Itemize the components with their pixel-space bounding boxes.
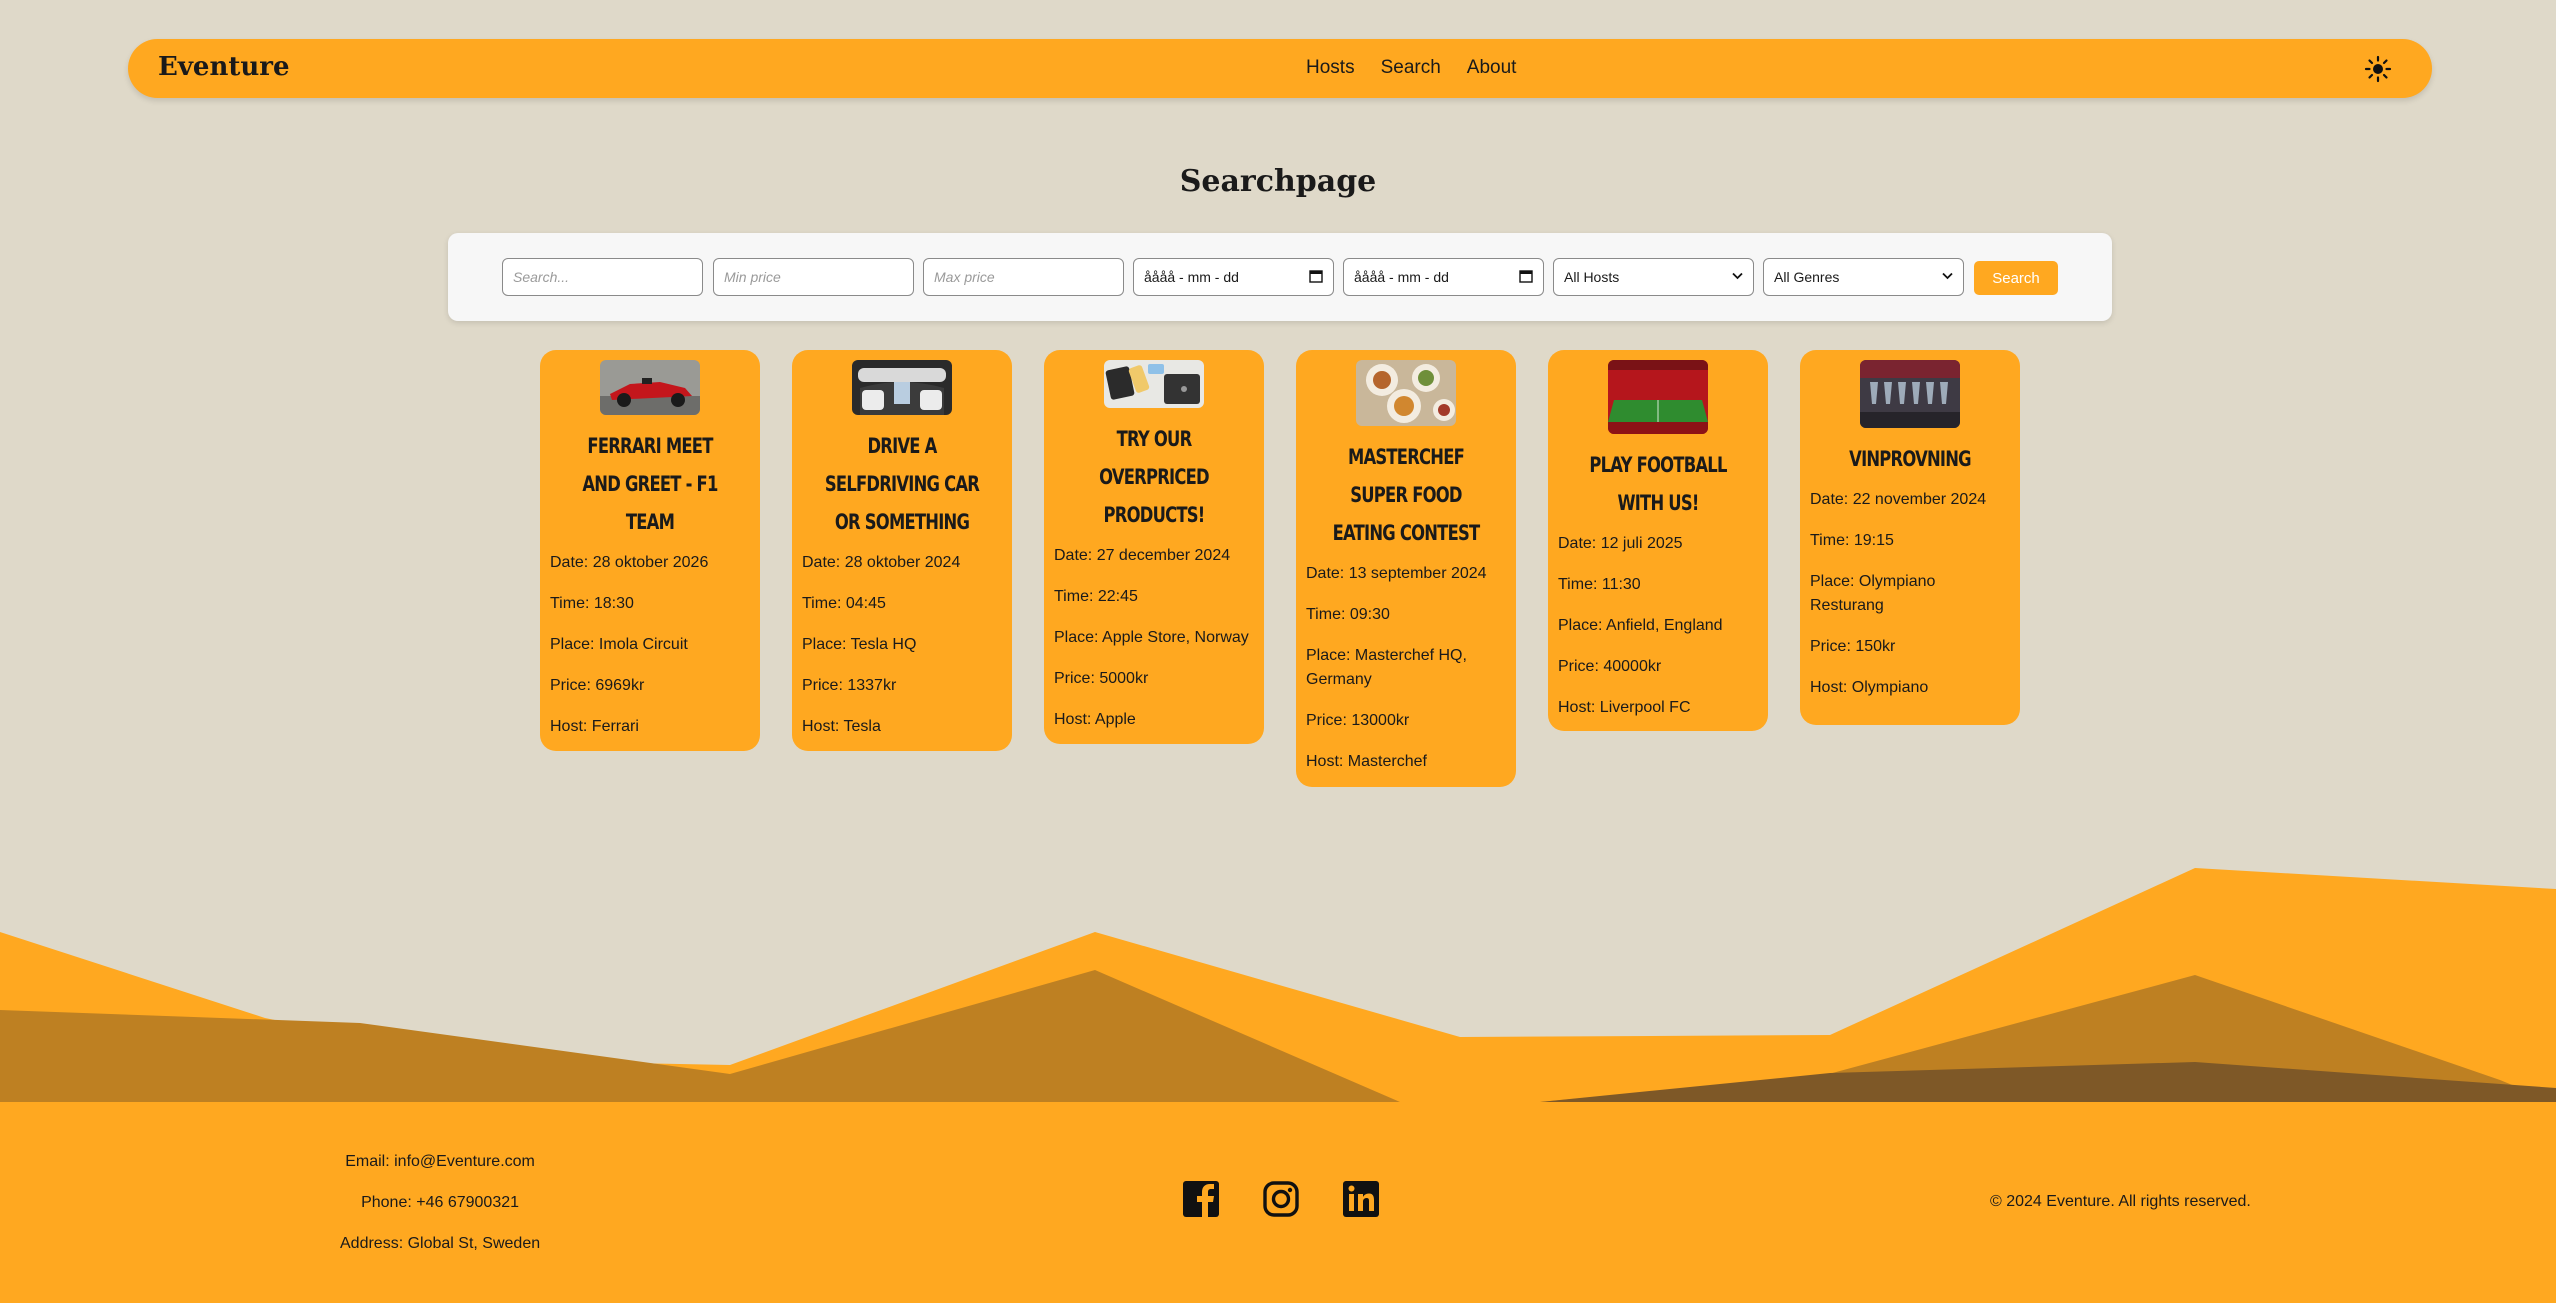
linkedin-icon[interactable] xyxy=(1342,1180,1380,1218)
event-image-tesla xyxy=(852,360,952,415)
event-image-ferrari xyxy=(600,360,700,415)
nav-link-search[interactable]: Search xyxy=(1381,57,1441,79)
event-card-wine[interactable]: Vinprovning Date: 22 november 2024 Time:… xyxy=(1800,350,2020,725)
date-to-input[interactable]: åååå - mm - dd xyxy=(1343,258,1544,296)
event-time: Time: 09:30 xyxy=(1306,606,1390,623)
event-card-apple[interactable]: Try our overpriced products! Date: 27 de… xyxy=(1044,350,1264,744)
event-time: Time: 19:15 xyxy=(1810,532,1894,549)
social-links xyxy=(1182,1180,1380,1218)
event-price: Price: 1337kr xyxy=(802,677,897,694)
event-card-football[interactable]: Play football with us! Date: 12 juli 202… xyxy=(1548,350,1768,731)
search-input[interactable]: Search... xyxy=(502,258,703,296)
event-image-apple xyxy=(1104,360,1204,408)
event-price: Price: 6969kr xyxy=(550,677,645,694)
event-title: Drive a selfdriving car or something xyxy=(824,434,980,534)
date-to-value: åååå - mm - dd xyxy=(1354,269,1449,285)
hosts-select-value: All Hosts xyxy=(1564,269,1620,285)
event-date: Date: 28 oktober 2026 xyxy=(550,554,709,571)
event-title: Ferrari Meet and Greet - F1 Team xyxy=(582,434,718,534)
chevron-down-icon xyxy=(1732,271,1743,283)
min-price-input[interactable]: Min price xyxy=(713,258,914,296)
footer-address: Address: Global St, Sweden xyxy=(340,1235,541,1252)
theme-toggle-button[interactable] xyxy=(2363,54,2393,84)
event-time: Time: 18:30 xyxy=(550,595,634,612)
event-title: Play football with us! xyxy=(1589,453,1727,515)
event-host: Host: Ferrari xyxy=(550,718,639,735)
date-from-value: åååå - mm - dd xyxy=(1144,269,1239,285)
facebook-icon[interactable] xyxy=(1182,1180,1220,1218)
event-host: Host: Liverpool FC xyxy=(1558,699,1691,716)
event-place: Place: Imola Circuit xyxy=(550,636,688,653)
event-price: Price: 150kr xyxy=(1810,638,1896,655)
event-place: Place: Tesla HQ xyxy=(802,636,917,653)
nav-link-hosts[interactable]: Hosts xyxy=(1306,57,1355,79)
event-place: Place: Olympiano Resturang xyxy=(1810,573,1936,614)
navbar: Eventure Hosts Search About xyxy=(128,39,2432,98)
event-time: Time: 04:45 xyxy=(802,595,886,612)
max-price-input[interactable]: Max price xyxy=(923,258,1124,296)
footer: Email: info@Eventure.com Phone: +46 6790… xyxy=(0,1102,2556,1303)
genres-select-value: All Genres xyxy=(1774,269,1840,285)
hosts-select[interactable]: All Hosts xyxy=(1553,258,1754,296)
footer-contact: Email: info@Eventure.com Phone: +46 6790… xyxy=(340,1150,540,1273)
min-price-placeholder: Min price xyxy=(724,269,781,285)
event-host: Host: Apple xyxy=(1054,711,1136,728)
event-title: Masterchef super food eating contest xyxy=(1332,445,1481,545)
search-button[interactable]: Search xyxy=(1974,261,2058,295)
event-price: Price: 40000kr xyxy=(1558,658,1662,675)
event-image-wine xyxy=(1860,360,1960,428)
genres-select[interactable]: All Genres xyxy=(1763,258,1964,296)
search-panel: Search... Min price Max price åååå - mm … xyxy=(448,233,2112,321)
event-time: Time: 11:30 xyxy=(1558,576,1641,593)
event-card-masterchef[interactable]: Masterchef super food eating contest Dat… xyxy=(1296,350,1516,787)
instagram-icon[interactable] xyxy=(1262,1180,1300,1218)
brand-logo[interactable]: Eventure xyxy=(158,52,290,82)
event-card-tesla[interactable]: Drive a selfdriving car or something Dat… xyxy=(792,350,1012,751)
event-image-football xyxy=(1608,360,1708,434)
event-date: Date: 28 oktober 2024 xyxy=(802,554,961,571)
event-card-ferrari[interactable]: Ferrari Meet and Greet - F1 Team Date: 2… xyxy=(540,350,760,751)
event-date: Date: 13 september 2024 xyxy=(1306,565,1487,582)
event-price: Price: 5000kr xyxy=(1054,670,1149,687)
event-date: Date: 27 december 2024 xyxy=(1054,547,1231,564)
event-place: Place: Masterchef HQ, Germany xyxy=(1306,647,1467,688)
event-image-masterchef xyxy=(1356,360,1456,426)
footer-email: Email: info@Eventure.com xyxy=(345,1153,535,1170)
chevron-down-icon xyxy=(1942,271,1953,283)
search-input-placeholder: Search... xyxy=(513,269,570,285)
page-title: Searchpage xyxy=(1179,164,1377,199)
event-host: Host: Masterchef xyxy=(1306,753,1427,770)
date-from-input[interactable]: åååå - mm - dd xyxy=(1133,258,1334,296)
nav-links: Hosts Search About xyxy=(1306,57,1516,79)
calendar-icon[interactable] xyxy=(1309,269,1323,286)
event-host: Host: Tesla xyxy=(802,718,881,735)
mountain-decoration xyxy=(0,868,2556,1103)
event-place: Place: Apple Store, Norway xyxy=(1054,629,1249,646)
footer-phone: Phone: +46 67900321 xyxy=(361,1194,520,1211)
event-price: Price: 13000kr xyxy=(1306,712,1410,729)
calendar-icon[interactable] xyxy=(1519,269,1533,286)
nav-link-about[interactable]: About xyxy=(1467,57,1517,79)
copyright-text: © 2024 Eventure. All rights reserved. xyxy=(1990,1193,2251,1210)
event-date: Date: 12 juli 2025 xyxy=(1558,535,1683,552)
event-time: Time: 22:45 xyxy=(1054,588,1138,605)
event-title: Vinprovning xyxy=(1849,447,1971,471)
max-price-placeholder: Max price xyxy=(934,269,995,285)
event-date: Date: 22 november 2024 xyxy=(1810,491,1987,508)
event-place: Place: Anfield, England xyxy=(1558,617,1723,634)
event-title: Try our overpriced products! xyxy=(1099,427,1209,527)
event-host: Host: Olympiano xyxy=(1810,679,1929,696)
sun-icon xyxy=(2364,55,2392,83)
